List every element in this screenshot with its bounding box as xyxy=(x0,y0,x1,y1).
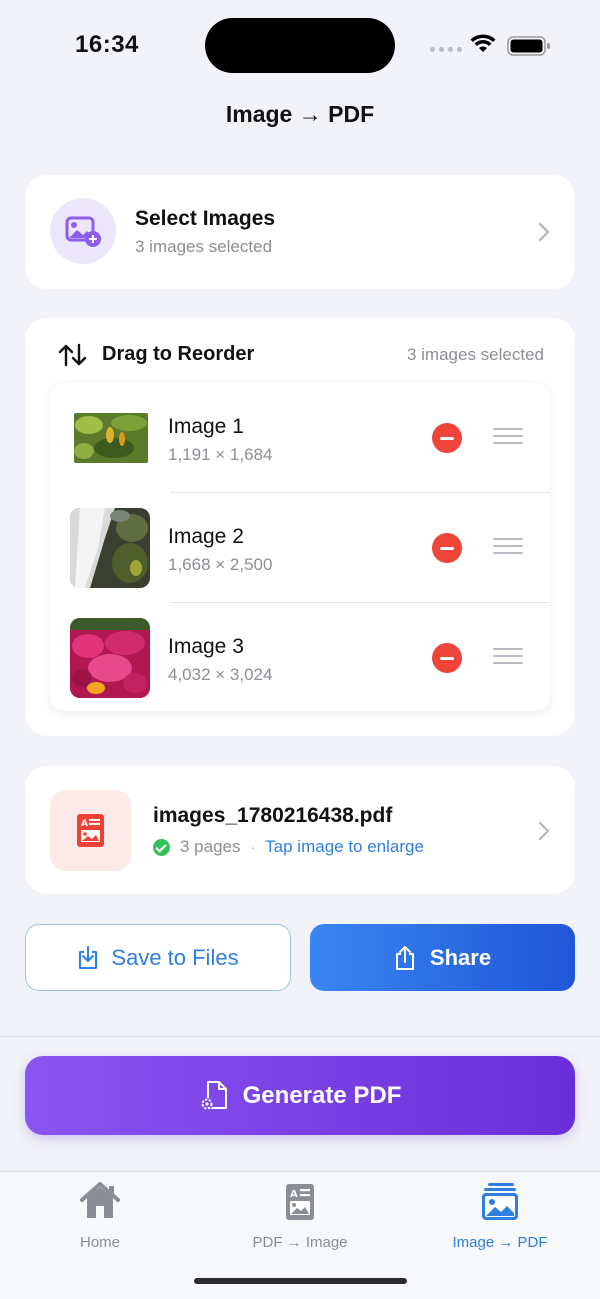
drag-handle-icon[interactable] xyxy=(493,538,523,558)
checkmark-circle-icon xyxy=(153,838,170,856)
reorder-title: Drag to Reorder xyxy=(102,343,255,365)
wifi-icon xyxy=(470,34,496,52)
select-images-icon-badge xyxy=(50,198,116,264)
page-title: Image → PDF xyxy=(225,101,375,127)
document-gear-icon xyxy=(200,1080,227,1110)
image-row[interactable]: Image 3 4,032 × 3,024 xyxy=(50,603,550,713)
share-label: Share xyxy=(429,944,492,970)
generate-pdf-label: Generate PDF xyxy=(242,1081,402,1109)
reorder-count: 3 images selected xyxy=(406,345,544,364)
image-name: Image 3 xyxy=(168,635,244,658)
download-tray-icon xyxy=(79,945,98,969)
image-dimensions: 1,668 × 2,500 xyxy=(168,555,273,574)
drag-handle-icon[interactable] xyxy=(493,428,523,448)
chevron-right-icon xyxy=(538,222,550,242)
section-divider xyxy=(0,1036,600,1037)
image-thumbnail[interactable] xyxy=(74,413,148,463)
image-thumbnail[interactable] xyxy=(70,508,150,588)
image-name: Image 2 xyxy=(168,525,244,548)
image-list: Image 1 1,191 × 1,684 Image 2 1,668 × 2,… xyxy=(50,383,550,711)
tab-image-to-pdf-label: Image → PDF xyxy=(452,1234,548,1251)
pdf-image-icon: A xyxy=(286,1184,314,1220)
select-images-title: Select Images xyxy=(135,207,276,230)
tap-to-enlarge-link[interactable]: Tap image to enlarge xyxy=(265,837,424,857)
image-row[interactable]: Image 1 1,191 × 1,684 xyxy=(50,383,550,493)
drag-handle-icon[interactable] xyxy=(493,648,523,668)
select-images-subtitle: 3 images selected xyxy=(135,237,273,256)
sort-arrows-icon xyxy=(58,343,87,367)
house-icon xyxy=(80,1182,120,1218)
chevron-right-icon xyxy=(538,821,550,841)
home-indicator[interactable] xyxy=(194,1278,407,1284)
tab-image-to-pdf[interactable]: Image → PDF xyxy=(400,1180,600,1251)
pdf-filename: images_1780216438.pdf xyxy=(153,804,393,827)
image-row[interactable]: Image 2 1,668 × 2,500 xyxy=(50,493,550,603)
photo-stack-icon xyxy=(482,1183,518,1220)
image-name: Image 1 xyxy=(168,415,244,438)
image-thumbnail[interactable] xyxy=(70,618,150,698)
remove-image-button[interactable] xyxy=(432,643,462,673)
pdf-file-icon: A xyxy=(77,814,104,847)
tab-pdf-to-image[interactable]: A PDF → Image xyxy=(200,1180,400,1251)
svg-text:A: A xyxy=(290,1189,298,1200)
tab-home-label: Home xyxy=(79,1234,120,1251)
pdf-icon-badge: A xyxy=(50,790,131,871)
reorder-card: Drag to Reorder 3 images selected Image … xyxy=(25,318,575,736)
pdf-meta: 3 pages · Tap image to enlarge xyxy=(153,837,424,857)
share-button[interactable]: Share xyxy=(310,924,575,991)
select-images-card[interactable]: Select Images 3 images selected xyxy=(25,175,575,289)
battery-icon xyxy=(507,36,550,56)
tab-pdf-to-image-label: PDF → Image xyxy=(252,1234,348,1251)
generate-pdf-button[interactable]: Generate PDF xyxy=(25,1056,575,1135)
pdf-page-count: 3 pages xyxy=(180,837,241,856)
svg-text:A: A xyxy=(81,819,88,829)
save-to-files-label: Save to Files xyxy=(111,944,239,970)
cellular-signal-icon xyxy=(430,47,462,52)
status-time: 16:34 xyxy=(75,31,139,58)
pdf-result-card[interactable]: A images_1780216438.pdf 3 pages · Tap im… xyxy=(25,766,575,894)
tab-home[interactable]: Home xyxy=(0,1180,200,1251)
save-to-files-button[interactable]: Save to Files xyxy=(25,924,291,991)
image-plus-icon xyxy=(65,216,101,247)
meta-separator: · xyxy=(250,839,256,855)
dynamic-island xyxy=(205,18,395,73)
share-icon xyxy=(395,945,414,970)
status-bar: 16:34 xyxy=(0,0,600,90)
remove-image-button[interactable] xyxy=(432,423,462,453)
image-dimensions: 1,191 × 1,684 xyxy=(168,445,273,464)
image-dimensions: 4,032 × 3,024 xyxy=(168,665,273,684)
remove-image-button[interactable] xyxy=(432,533,462,563)
